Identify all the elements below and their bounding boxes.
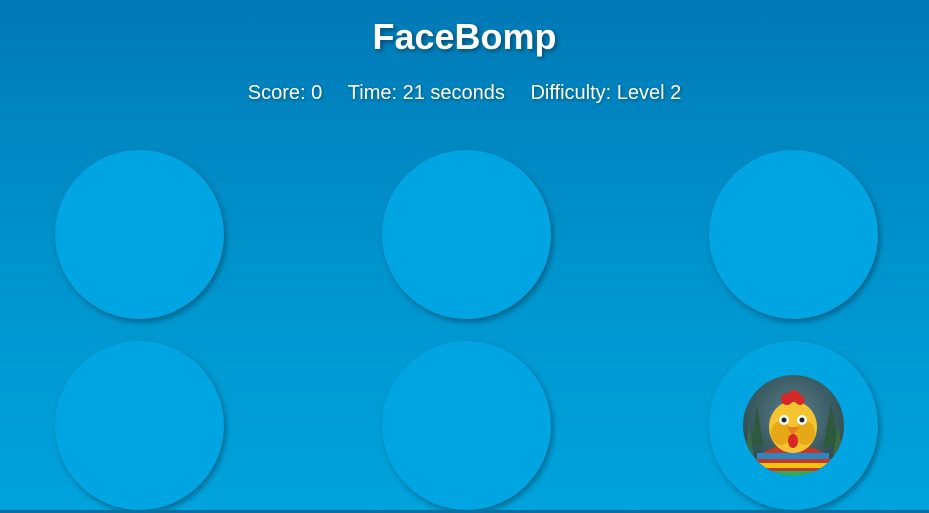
hole-4[interactable]	[55, 341, 224, 510]
time-display: Time: 21 seconds	[347, 82, 505, 104]
game-title: FaceBomp	[372, 16, 557, 57]
hole-5[interactable]	[382, 341, 551, 510]
hole-2[interactable]	[382, 150, 551, 319]
difficulty-display: Difficulty: Level 2	[530, 82, 682, 104]
stats-bar: Score: 0 Time: 21 seconds Difficulty: Le…	[0, 80, 929, 106]
hole-1[interactable]	[55, 150, 224, 319]
rooster-face-icon[interactable]	[743, 375, 844, 476]
hole-3[interactable]	[709, 150, 878, 319]
hole-6[interactable]	[709, 341, 878, 510]
score-display: Score: 0	[247, 82, 323, 104]
